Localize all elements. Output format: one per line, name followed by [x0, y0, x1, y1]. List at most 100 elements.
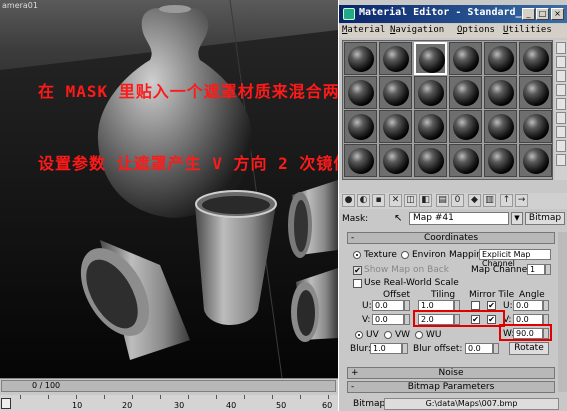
blur-field[interactable]: 1.0: [370, 343, 402, 354]
time-slider[interactable]: 0 / 100: [1, 380, 336, 392]
tiling-header: Tiling: [431, 290, 456, 300]
blur-offset-field[interactable]: 0.0: [465, 343, 493, 354]
real-world-scale-checkbox[interactable]: [353, 279, 362, 288]
sample-slot[interactable]: [344, 42, 377, 75]
unique-icon[interactable]: ◧: [419, 194, 432, 207]
sample-slot[interactable]: [344, 110, 377, 143]
sample-slot[interactable]: [414, 144, 447, 177]
sample-slot[interactable]: [379, 42, 412, 75]
assign-icon[interactable]: ▪: [372, 194, 385, 207]
effects-channel-icon[interactable]: 0: [451, 194, 464, 207]
viewport-label[interactable]: amera01: [2, 1, 38, 10]
bitmap-path-button[interactable]: G:\data\Maps\007.bmp: [384, 398, 559, 410]
uv-radio[interactable]: [355, 331, 363, 339]
sample-slot[interactable]: [519, 144, 552, 177]
sample-slot[interactable]: [344, 76, 377, 109]
u-offset-field[interactable]: 0.0: [372, 300, 404, 311]
go-parent-icon[interactable]: ↑: [500, 194, 513, 207]
blur-offset-spinner[interactable]: [493, 343, 499, 354]
chevron-down-icon[interactable]: ▼: [511, 212, 523, 225]
mirror-tile-header: Mirror Tile: [469, 290, 515, 300]
sample-slot[interactable]: [449, 110, 482, 143]
close-button[interactable]: ×: [551, 8, 564, 20]
tick-label: 40: [226, 401, 237, 410]
menu-options[interactable]: Options: [457, 25, 495, 35]
show-map-on-back-label: Show Map on Back: [364, 265, 449, 275]
v-offset-field[interactable]: 0.0: [372, 314, 404, 325]
side-toolbar: [555, 40, 567, 180]
window-title: Material Editor - Standard_4: [359, 7, 528, 18]
make-preview-icon[interactable]: [556, 112, 566, 124]
put-to-scene-icon[interactable]: ◐: [357, 194, 370, 207]
sample-slot[interactable]: [379, 76, 412, 109]
show-map-icon[interactable]: ◆: [468, 194, 481, 207]
scene-render: [0, 0, 338, 378]
u-tile-checkbox[interactable]: ✔: [487, 301, 496, 310]
v-offset-spinner[interactable]: [404, 314, 410, 325]
u-offset-spinner[interactable]: [404, 300, 410, 311]
video-check-icon[interactable]: [556, 98, 566, 110]
show-map-on-back-checkbox[interactable]: ✔: [353, 266, 362, 275]
sample-slot[interactable]: [379, 110, 412, 143]
menu-material[interactable]: Material: [342, 25, 385, 35]
minimize-button[interactable]: _: [522, 8, 535, 20]
sample-slot[interactable]: [484, 76, 517, 109]
sample-type-icon[interactable]: [556, 42, 566, 54]
sample-slot[interactable]: [414, 110, 447, 143]
u-angle-spinner[interactable]: [543, 300, 549, 311]
sample-slot[interactable]: [344, 144, 377, 177]
select-by-material-icon[interactable]: [556, 140, 566, 152]
get-material-icon[interactable]: ●: [342, 194, 355, 207]
wu-radio[interactable]: [415, 331, 423, 339]
u-angle-field[interactable]: 0.0: [513, 300, 543, 311]
titlebar[interactable]: Material Editor - Standard_4 _ □ ×: [339, 5, 567, 23]
copy-icon[interactable]: ◫: [404, 194, 417, 207]
panel-scrollbar[interactable]: [558, 232, 567, 392]
sample-slots-grid: [342, 40, 553, 180]
sample-slot[interactable]: [519, 76, 552, 109]
maximize-button[interactable]: □: [536, 8, 549, 20]
map-type-button[interactable]: Bitmap: [525, 212, 565, 225]
sample-slot[interactable]: [449, 42, 482, 75]
pick-material-icon[interactable]: ↖: [394, 213, 402, 224]
reset-icon[interactable]: ✕: [389, 194, 402, 207]
options-icon[interactable]: [556, 126, 566, 138]
mapping-dropdown[interactable]: Explicit Map Channel: [479, 249, 551, 268]
map-channel-spinner[interactable]: [545, 264, 551, 275]
blur-spinner[interactable]: [402, 343, 408, 354]
texture-radio[interactable]: [353, 251, 361, 259]
bitmap-params-rollout-header[interactable]: - Bitmap Parameters: [347, 381, 555, 393]
menu-utilities[interactable]: Utilities: [503, 25, 552, 35]
noise-rollout-header[interactable]: + Noise: [347, 367, 555, 379]
environ-radio[interactable]: [401, 251, 409, 259]
sample-slot[interactable]: [449, 144, 482, 177]
sample-slot[interactable]: [484, 144, 517, 177]
background-icon[interactable]: [556, 70, 566, 82]
vw-radio[interactable]: [384, 331, 392, 339]
perspective-viewport[interactable]: amera01 在 MASK 里贴入一个遮罩材质来混合两种材质 设置参数 让遮罩…: [0, 0, 338, 378]
map-name-field[interactable]: Map #41: [409, 212, 509, 225]
put-library-icon[interactable]: ▤: [436, 194, 449, 207]
u-mirror-checkbox[interactable]: [471, 301, 480, 310]
trackbar[interactable]: 10 20 30 40 50 60: [0, 395, 338, 411]
annotation-text-mask: 在 MASK 里贴入一个遮罩材质来混合两种材质: [38, 82, 338, 101]
backlight-icon[interactable]: [556, 56, 566, 68]
sample-slot[interactable]: [449, 76, 482, 109]
sample-slot-active[interactable]: [414, 42, 447, 75]
map-channel-field[interactable]: 1: [527, 264, 545, 275]
key-icon[interactable]: [1, 398, 11, 409]
uv-tiling-icon[interactable]: [556, 84, 566, 96]
tick-label: 60: [322, 401, 333, 410]
menu-navigation[interactable]: Navigation: [390, 25, 444, 35]
show-end-result-icon[interactable]: ▥: [483, 194, 496, 207]
coordinates-rollout-header[interactable]: - Coordinates: [347, 232, 555, 244]
sample-slot[interactable]: [484, 42, 517, 75]
sample-slot[interactable]: [519, 110, 552, 143]
material-navigator-icon[interactable]: [556, 154, 566, 166]
sample-slot[interactable]: [519, 42, 552, 75]
sample-slot[interactable]: [379, 144, 412, 177]
go-sibling-icon[interactable]: →: [515, 194, 528, 207]
sample-slot[interactable]: [484, 110, 517, 143]
rotate-button[interactable]: Rotate: [509, 342, 549, 355]
sample-slot[interactable]: [414, 76, 447, 109]
